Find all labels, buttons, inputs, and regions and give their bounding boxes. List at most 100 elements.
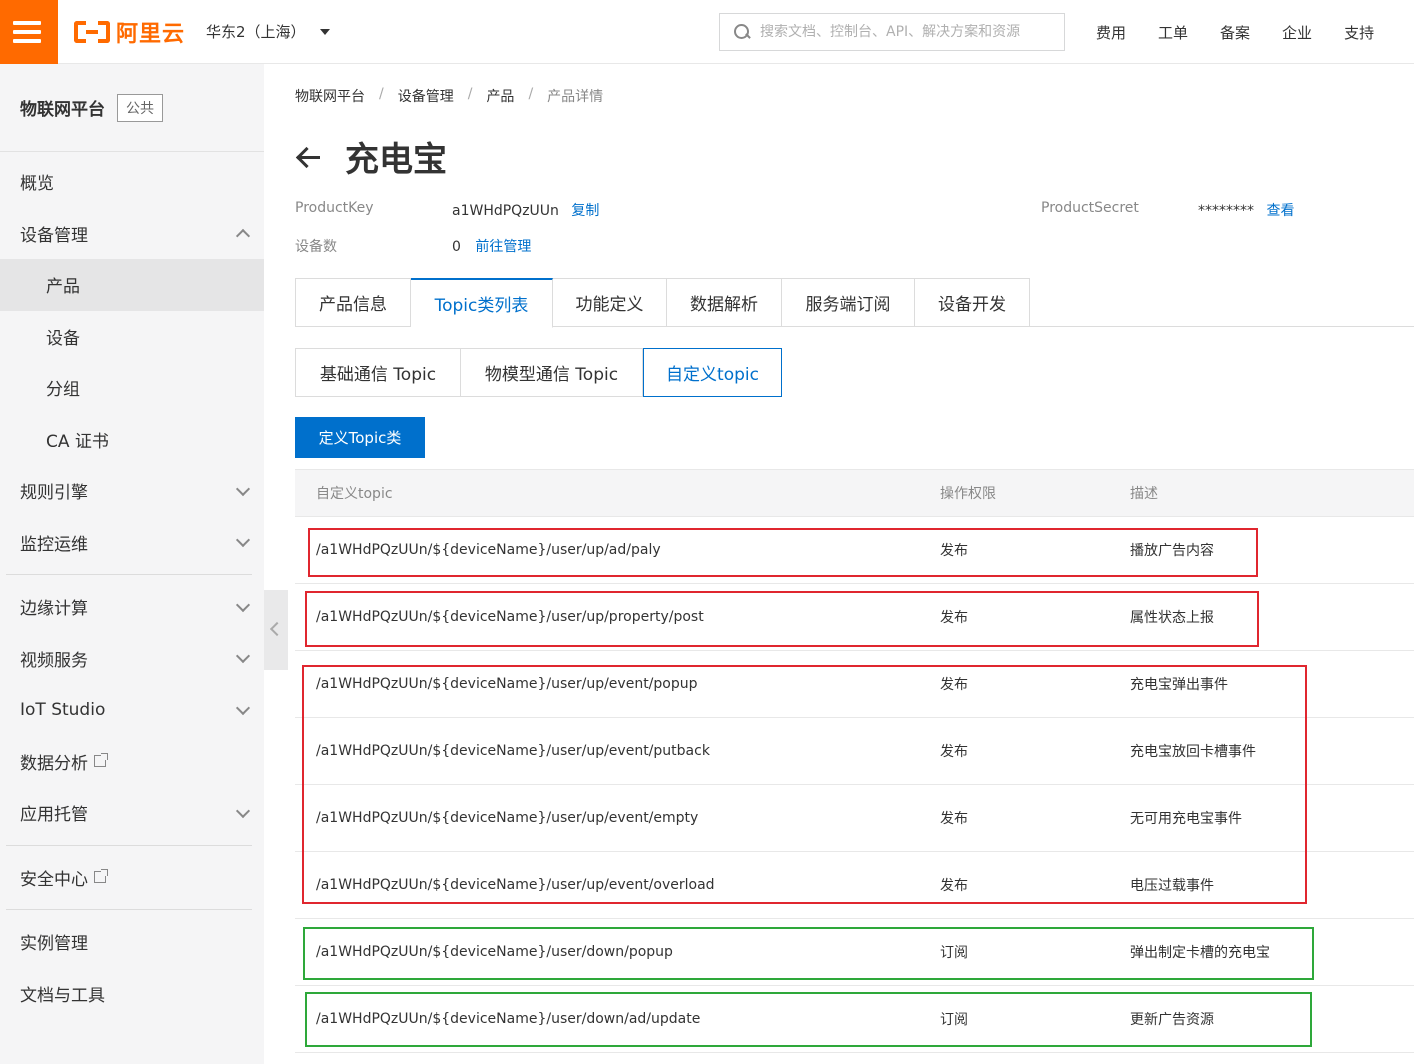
table-row: /a1WHdPQzUUn/${deviceName}/user/down/ad/… [295, 986, 1414, 1053]
nav-billing[interactable]: 费用 [1096, 22, 1126, 43]
region-label: 华东2（上海） [206, 23, 306, 41]
sidebar-item-security-center[interactable]: 安全中心 [0, 852, 264, 904]
sidebar-item-label: 分组 [46, 380, 80, 401]
breadcrumb-product[interactable]: 产品 [486, 86, 514, 106]
sidebar-item-edge-computing[interactable]: 边缘计算 [0, 581, 264, 633]
sidebar-item-label: 视频服务 [20, 650, 88, 671]
table-row: /a1WHdPQzUUn/${deviceName}/user/up/event… [295, 718, 1414, 785]
table-row: /a1WHdPQzUUn/${deviceName}/user/up/event… [295, 852, 1414, 919]
tab-device-development[interactable]: 设备开发 [915, 278, 1030, 327]
topic-cell: /a1WHdPQzUUn/${deviceName}/user/up/prope… [316, 609, 704, 625]
breadcrumb-separator: / [528, 86, 534, 102]
permission-cell: 发布 [940, 878, 968, 894]
sidebar-item-ca-cert[interactable]: CA 证书 [0, 414, 264, 466]
sidebar-item-label: 设备 [46, 328, 80, 349]
nav-support[interactable]: 支持 [1344, 22, 1374, 43]
topic-table: 自定义topic 操作权限 描述 /a1WHdPQzUUn/${deviceNa… [295, 469, 1414, 1053]
product-key-value: a1WHdPQzUUn [452, 203, 559, 219]
top-nav: 费用 工单 备案 企业 支持 [1096, 22, 1406, 43]
region-selector[interactable]: 华东2（上海） [206, 21, 330, 42]
description-cell: 属性状态上报 [1130, 610, 1214, 626]
tab-product-info[interactable]: 产品信息 [295, 278, 411, 327]
product-tabs: 产品信息 Topic类列表 功能定义 数据解析 服务端订阅 设备开发 [295, 278, 1414, 328]
sidebar-item-label: 应用托管 [20, 805, 88, 826]
subtab-custom-topic[interactable]: 自定义topic [643, 348, 782, 397]
device-count-field: 0 前往管理 [452, 236, 531, 256]
aliyun-logo[interactable]: 阿里云 [74, 18, 185, 47]
sidebar-item-device[interactable]: 设备 [0, 311, 264, 363]
nav-ticket[interactable]: 工单 [1158, 22, 1188, 43]
nav-icp[interactable]: 备案 [1220, 22, 1250, 43]
description-cell: 充电宝弹出事件 [1130, 677, 1228, 693]
copy-link[interactable]: 复制 [571, 203, 599, 219]
sidebar-divider [6, 574, 252, 575]
tab-server-subscription[interactable]: 服务端订阅 [782, 278, 915, 327]
sidebar-item-label: 设备管理 [20, 225, 88, 246]
back-arrow-icon[interactable] [295, 142, 325, 172]
sidebar-item-label: CA 证书 [46, 431, 109, 452]
define-topic-button[interactable]: 定义Topic类 [295, 417, 425, 458]
search-icon [734, 24, 750, 40]
sidebar-item-label: 边缘计算 [20, 599, 88, 620]
chevron-down-icon [235, 649, 251, 664]
sidebar-item-data-analysis[interactable]: 数据分析 [0, 736, 264, 788]
subtab-basic-topic[interactable]: 基础通信 Topic [295, 348, 461, 397]
sidebar-item-rule-engine[interactable]: 规则引擎 [0, 465, 264, 517]
go-manage-link[interactable]: 前往管理 [475, 239, 531, 255]
sidebar-item-label: 监控运维 [20, 534, 88, 555]
sidebar-item-app-hosting[interactable]: 应用托管 [0, 787, 264, 839]
top-bar: 阿里云 华东2（上海） 费用 工单 备案 企业 支持 [0, 0, 1414, 64]
aliyun-logo-icon [74, 21, 110, 43]
tab-data-parsing[interactable]: 数据解析 [667, 278, 782, 327]
topic-cell: /a1WHdPQzUUn/${deviceName}/user/up/event… [316, 877, 715, 893]
sidebar-item-docs-tools[interactable]: 文档与工具 [0, 968, 264, 1020]
tab-topic-list[interactable]: Topic类列表 [411, 278, 553, 328]
sidebar-item-overview[interactable]: 概览 [0, 156, 264, 208]
sidebar-item-group[interactable]: 分组 [0, 362, 264, 414]
search-input[interactable] [760, 24, 1050, 40]
device-count-label: 设备数 [295, 239, 337, 255]
sidebar-item-label: 实例管理 [20, 934, 88, 955]
sidebar-item-product[interactable]: 产品 [0, 259, 264, 311]
table-row: /a1WHdPQzUUn/${deviceName}/user/up/ad/pa… [295, 517, 1414, 584]
breadcrumb-separator: / [467, 86, 473, 102]
table-header: 自定义topic 操作权限 描述 [295, 469, 1414, 517]
sidebar-item-label: 安全中心 [20, 869, 88, 890]
topic-cell: /a1WHdPQzUUn/${deviceName}/user/up/event… [316, 810, 699, 826]
breadcrumb-device-management[interactable]: 设备管理 [398, 86, 454, 106]
chevron-down-icon [235, 803, 251, 818]
sidebar-item-iot-studio[interactable]: IoT Studio [0, 684, 264, 736]
product-key-label: ProductKey [295, 200, 374, 216]
sidebar-item-monitoring[interactable]: 监控运维 [0, 517, 264, 569]
description-cell: 播放广告内容 [1130, 543, 1214, 559]
table-row: /a1WHdPQzUUn/${deviceName}/user/down/pop… [295, 919, 1414, 986]
sidebar-item-label: 文档与工具 [20, 985, 105, 1006]
permission-cell: 发布 [940, 811, 968, 827]
breadcrumb-product-detail: 产品详情 [547, 89, 604, 105]
product-secret-field: ******** 查看 [1198, 200, 1294, 220]
topic-cell: /a1WHdPQzUUn/${deviceName}/user/up/event… [316, 676, 698, 692]
description-cell: 电压过载事件 [1130, 878, 1214, 894]
view-secret-link[interactable]: 查看 [1266, 203, 1294, 219]
permission-cell: 订阅 [940, 945, 968, 961]
sidebar-item-video-service[interactable]: 视频服务 [0, 633, 264, 685]
public-badge: 公共 [117, 93, 163, 122]
page-title-text: 充电宝 [345, 140, 447, 180]
description-cell: 弹出制定卡槽的充电宝 [1130, 945, 1270, 961]
topic-cell: /a1WHdPQzUUn/${deviceName}/user/up/ad/pa… [316, 542, 661, 558]
sidebar-item-device-management[interactable]: 设备管理 [0, 208, 264, 260]
permission-cell: 发布 [940, 744, 968, 760]
chevron-down-icon [235, 700, 251, 715]
menu-icon[interactable] [0, 0, 58, 64]
sidebar-collapse-toggle[interactable] [264, 590, 288, 670]
breadcrumb-iot-platform[interactable]: 物联网平台 [295, 86, 365, 106]
description-cell: 充电宝放回卡槽事件 [1130, 744, 1256, 760]
description-cell: 无可用充电宝事件 [1130, 811, 1242, 827]
sidebar-item-instance-management[interactable]: 实例管理 [0, 916, 264, 968]
topic-cell: /a1WHdPQzUUn/${deviceName}/user/up/event… [316, 743, 710, 759]
search-box[interactable] [719, 13, 1065, 51]
subtab-thing-model-topic[interactable]: 物模型通信 Topic [461, 348, 643, 397]
product-secret-value: ******** [1198, 203, 1254, 219]
tab-function-definition[interactable]: 功能定义 [553, 278, 667, 327]
nav-enterprise[interactable]: 企业 [1282, 22, 1312, 43]
